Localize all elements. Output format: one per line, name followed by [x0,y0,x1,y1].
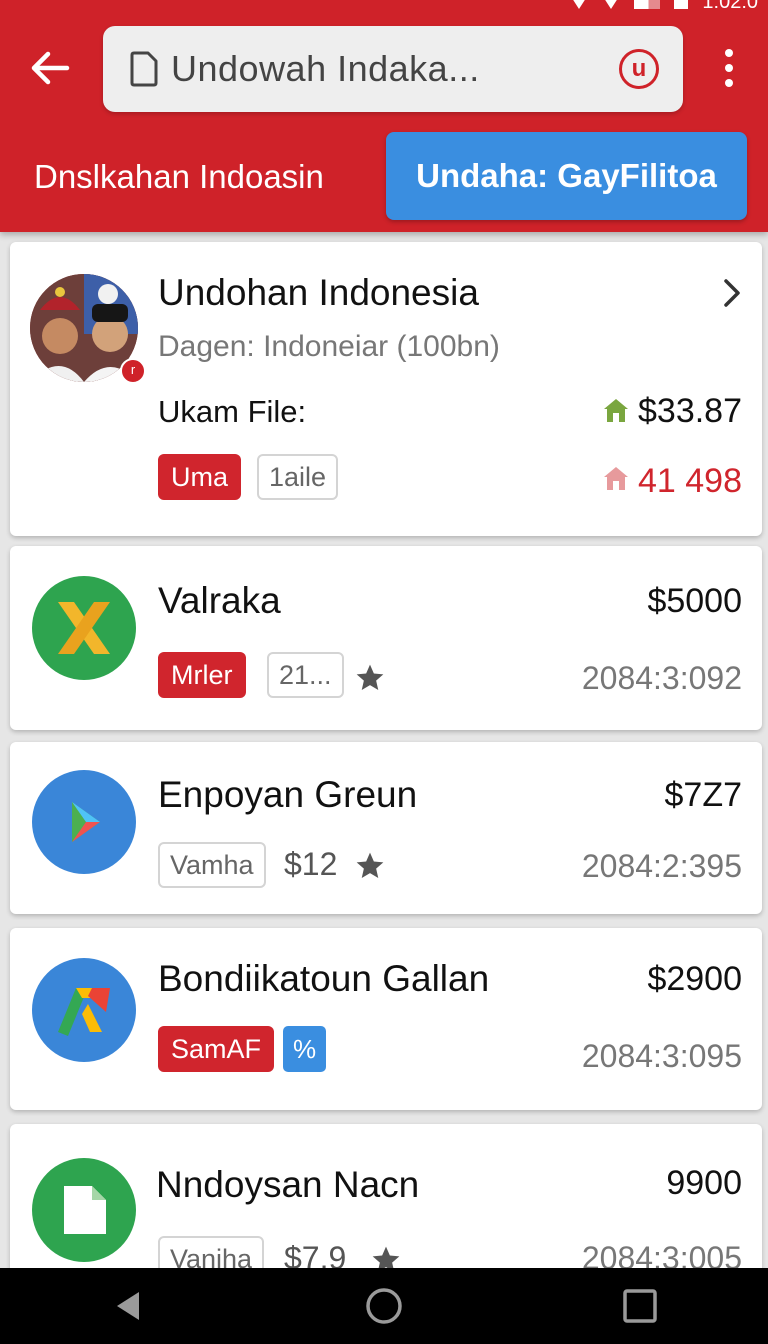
price-primary: $33.87 [638,392,742,430]
nav-home-button[interactable] [344,1276,424,1336]
notification-icon [674,0,689,9]
item-title: Valraka [158,580,281,621]
back-arrow-icon [31,51,70,85]
item-price: $2900 [647,960,742,998]
dot-icon [725,49,733,57]
tag-secondary[interactable]: % [283,1026,327,1072]
item-date: 2084:3:095 [581,1038,742,1074]
document-icon [130,51,158,87]
featured-subtitle: Dagen: Indoneiar (100bn) [158,330,500,363]
nav-home-icon [366,1288,402,1324]
app-header: 1:02:0 Undowah Indaka... u Dnslkahan Ind… [0,0,768,232]
tag-secondary[interactable]: 1aile [257,454,339,500]
star-icon[interactable] [354,850,386,882]
tag-primary[interactable]: SamAF [158,1026,275,1072]
list-item[interactable]: Bondiikatoun Gallan $2900 SamAF % 2084:3… [10,928,762,1110]
chevron-right-icon[interactable] [722,278,742,308]
featured-title: Undohan Indonesia [158,272,479,313]
item-title: Enpoyan Greun [158,774,418,815]
tag-secondary: $12 [284,846,338,882]
tag-secondary[interactable]: 21... [267,652,344,698]
tab-left[interactable]: Dnslkahan Indoasin [34,150,324,204]
ads-logo-icon [32,958,136,1062]
price-secondary: 41 498 [638,462,742,500]
signal-icon [602,0,621,9]
nav-recents-button[interactable] [600,1276,680,1336]
sheets-icon [32,1158,136,1262]
item-date: 2084:3:092 [581,660,742,696]
item-title: Bondiikatoun Gallan [158,958,490,999]
status-time: 1:02:0 [702,0,758,13]
search-bar[interactable]: Undowah Indaka... u [103,26,683,112]
wifi-icon [570,0,589,9]
item-price: $7Z7 [664,776,743,814]
item-title: Nndoysan Nacn [156,1164,420,1205]
list-item[interactable]: Valraka $5000 Mrler 21... 2084:3:092 [10,546,762,730]
home-icon [604,399,628,422]
nav-recents-icon [623,1289,657,1323]
tag-primary[interactable]: Uma [158,454,242,500]
featured-card[interactable]: r Undohan Indonesia Dagen: Indoneiar (10… [10,242,762,536]
avatar-badge: r [120,358,146,384]
item-date: 2084:2:395 [581,848,742,884]
search-input[interactable]: Undowah Indaka... [171,48,619,90]
file-label: Ukam File: [158,394,307,429]
tag-primary[interactable]: Mrler [158,652,246,698]
star-icon[interactable] [354,662,386,694]
play-store-icon [32,770,136,874]
item-price: 9900 [666,1164,742,1202]
system-nav-bar [0,1268,768,1344]
status-bar: 1:02:0 [570,0,758,13]
battery-icon [634,0,661,9]
item-price: $5000 [647,582,742,620]
nav-back-button[interactable] [88,1276,168,1336]
tab-right-selected[interactable]: Undaha: GayFilitoa [386,132,747,220]
dot-icon [725,79,733,87]
nav-back-icon [117,1292,139,1320]
brand-u-icon[interactable]: u [619,49,659,89]
overflow-menu-button[interactable] [712,44,746,92]
back-button[interactable] [22,40,78,96]
list-item[interactable]: Enpoyan Greun $7Z7 Vamha $12 2084:2:395 [10,742,762,914]
tag-primary[interactable]: Vamha [158,842,266,888]
dot-icon [725,64,733,72]
x-logo-icon [32,576,136,680]
home-icon [604,467,628,490]
